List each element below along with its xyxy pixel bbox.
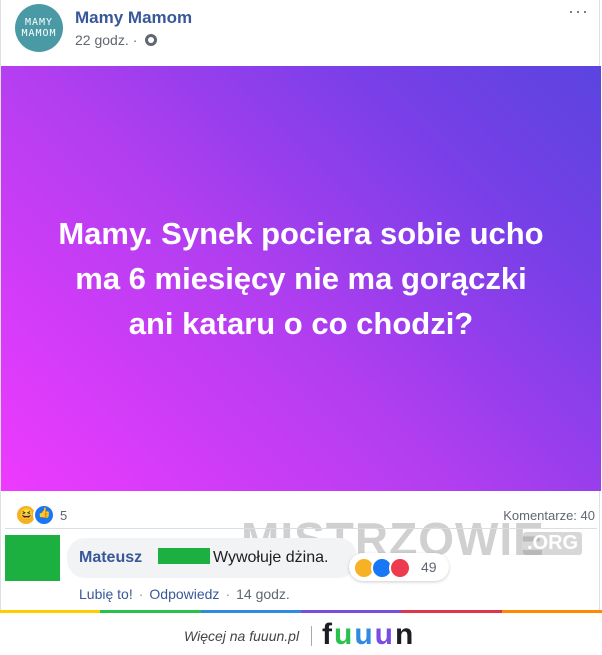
post-header: MAMY MAMOM Mamy Mamom 22 godz. · ··· bbox=[1, 0, 601, 66]
post-image[interactable]: Mamy. Synek pociera sobie ucho ma 6 mies… bbox=[1, 66, 601, 491]
footer-bar-segment bbox=[200, 610, 301, 613]
footer-bar-segment bbox=[300, 610, 402, 613]
like-reaction-icon[interactable] bbox=[33, 504, 55, 526]
comment-reactions-count: 49 bbox=[421, 559, 437, 575]
comment-bubble: Mateusz Wywołuje dżina. bbox=[67, 538, 357, 578]
fuuun-logo[interactable]: fuuun bbox=[322, 618, 415, 652]
redacted-name bbox=[158, 548, 210, 564]
like-comment-link[interactable]: Lubię to! bbox=[79, 586, 133, 602]
logo-letter: u bbox=[354, 618, 375, 651]
avatar-text-line-2: MAMOM bbox=[21, 28, 57, 39]
facebook-post: MAMY MAMOM Mamy Mamom 22 godz. · ··· Mam… bbox=[0, 0, 601, 612]
site-footer: Więcej na fuuun.pl fuuun bbox=[0, 614, 602, 655]
footer-bar-segment bbox=[501, 610, 602, 613]
footer-more-link[interactable]: Więcej na fuuun.pl bbox=[184, 628, 299, 644]
comment-author-link[interactable]: Mateusz bbox=[79, 549, 142, 567]
comment-reactions[interactable]: 49 bbox=[349, 553, 449, 581]
globe-icon bbox=[145, 34, 158, 46]
footer-color-bar bbox=[0, 610, 602, 613]
divider bbox=[5, 528, 597, 529]
logo-letter: u bbox=[374, 618, 395, 651]
post-meta: 22 godz. · bbox=[75, 32, 158, 48]
comment-actions: Lubię to! · Odpowiedz · 14 godz. bbox=[79, 586, 290, 602]
page-avatar[interactable]: MAMY MAMOM bbox=[15, 4, 63, 52]
footer-bar-segment bbox=[100, 610, 201, 613]
action-separator: · bbox=[138, 586, 144, 602]
footer-bar-segment bbox=[0, 610, 101, 613]
logo-letter: f bbox=[322, 618, 334, 651]
avatar-text-line-1: MAMY bbox=[24, 17, 54, 28]
watermark-org: .ORG bbox=[523, 532, 583, 555]
meta-separator: · bbox=[132, 32, 138, 48]
post-image-text: Mamy. Synek pociera sobie ucho ma 6 mies… bbox=[58, 216, 544, 341]
action-separator: · bbox=[225, 586, 231, 602]
comment-avatar-redacted[interactable] bbox=[5, 535, 60, 581]
post-timestamp[interactable]: 22 godz. bbox=[75, 32, 129, 48]
reply-comment-link[interactable]: Odpowiedz bbox=[149, 586, 219, 602]
comment-text: Wywołuje dżina. bbox=[213, 549, 329, 566]
footer-separator bbox=[311, 626, 312, 646]
page-name-link[interactable]: Mamy Mamom bbox=[75, 8, 192, 28]
reactions-count[interactable]: 5 bbox=[60, 508, 67, 523]
logo-letter: n bbox=[394, 618, 416, 651]
love-reaction-icon bbox=[389, 557, 411, 579]
footer-bar-segment bbox=[401, 610, 502, 613]
more-options-icon[interactable]: ··· bbox=[568, 2, 589, 20]
logo-letter: u bbox=[334, 618, 355, 651]
comment-timestamp[interactable]: 14 godz. bbox=[236, 586, 290, 602]
